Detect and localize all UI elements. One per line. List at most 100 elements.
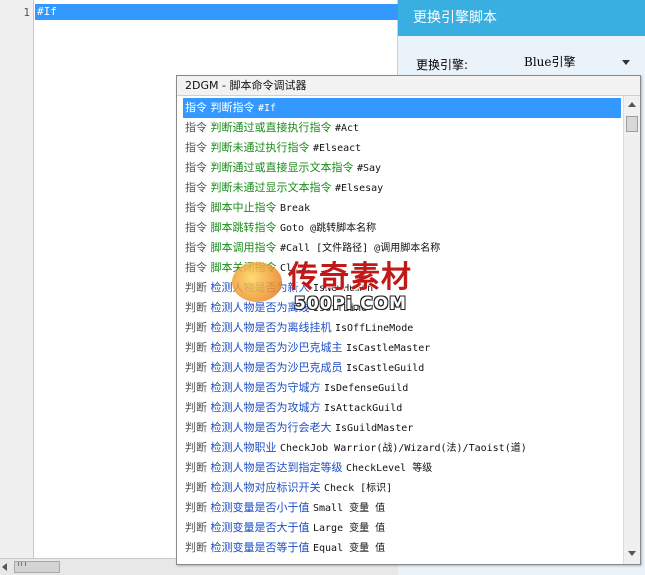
list-item[interactable]: 指令 脚本跳转指令 Goto @跳转脚本名称 [183, 218, 621, 238]
item-syntax: Close [280, 263, 311, 274]
item-category: 指令 [185, 141, 207, 154]
list-item[interactable]: 指令 判断通过或直接执行指令 #Act [183, 118, 621, 138]
item-name: 检测人物是否为新人 [210, 281, 310, 294]
item-category: 指令 [185, 221, 207, 234]
item-category: 指令 [185, 181, 207, 194]
item-name: 检测变量是否大于值 [210, 521, 310, 534]
item-syntax: IsCastleGuild [346, 363, 425, 374]
list-item[interactable]: 判断 检测变量是否大于值 Large 变量 值 [183, 518, 621, 538]
list-item[interactable]: 指令 脚本中止指令 Break [183, 198, 621, 218]
list-item[interactable]: 指令 判断指令 #If [183, 98, 621, 118]
item-syntax: Check [标识] [324, 483, 393, 494]
item-name: 检测人物对应标识开关 [210, 481, 321, 494]
list-item[interactable]: 判断 检测变量是否小于值 Small 变量 值 [183, 498, 621, 518]
list-item[interactable]: 指令 判断未通过显示文本指令 #Elsesay [183, 178, 621, 198]
panel-title: 更换引擎脚本 [398, 0, 645, 36]
item-category: 判断 [185, 361, 207, 374]
item-category: 判断 [185, 541, 207, 554]
item-syntax: Break [280, 203, 311, 214]
item-syntax: IsDefenseGuild [324, 383, 409, 394]
line-number-gutter: 1 [0, 0, 34, 558]
item-syntax: IsNewHuman [313, 283, 374, 294]
item-name: 检测人物是否为沙巴克成员 [210, 361, 343, 374]
list-item[interactable]: 判断 检测人物是否为行会老大 IsGuildMaster [183, 418, 621, 438]
engine-select-value: Blue引擎 [524, 55, 576, 69]
list-item[interactable]: 判断 检测人物是否为沙巴克城主 IsCastleMaster [183, 338, 621, 358]
list-item[interactable]: 指令 脚本调用指令 #Call [文件路径] @调用脚本名称 [183, 238, 621, 258]
item-category: 判断 [185, 381, 207, 394]
item-name: 脚本调用指令 [210, 241, 277, 254]
item-category: 判断 [185, 401, 207, 414]
item-syntax: IsCastleMaster [346, 343, 431, 354]
vertical-scrollbar[interactable] [623, 96, 640, 564]
engine-select[interactable]: Blue引擎 [522, 52, 634, 72]
item-category: 指令 [185, 201, 207, 214]
item-category: 指令 [185, 241, 207, 254]
item-category: 判断 [185, 421, 207, 434]
list-item[interactable]: 判断 检测人物对应标识开关 Check [标识] [183, 478, 621, 498]
item-name: 脚本中止指令 [210, 201, 277, 214]
item-name: 检测人物是否为沙巴克城主 [210, 341, 343, 354]
item-category: 判断 [185, 461, 207, 474]
item-category: 判断 [185, 441, 207, 454]
item-syntax: CheckJob Warrior(战)/Wizard(法)/Taoist(道) [280, 443, 527, 454]
item-syntax: IsGuildMaster [335, 423, 414, 434]
grip-icon [18, 562, 26, 566]
chevron-down-icon[interactable] [622, 60, 630, 65]
item-syntax: #If [258, 103, 277, 114]
item-name: 检测人物是否为行会老大 [210, 421, 332, 434]
item-name: 判断未通过执行指令 [210, 141, 310, 154]
list-item[interactable]: 判断 检测人物是否为攻城方 IsAttackGuild [183, 398, 621, 418]
item-category: 指令 [185, 161, 207, 174]
list-item[interactable]: 指令 脚本关闭指令 Close [183, 258, 621, 278]
item-syntax: Goto @跳转脚本名称 [280, 223, 377, 234]
item-category: 判断 [185, 521, 207, 534]
item-syntax: #Elseact [313, 143, 362, 154]
item-name: 脚本关闭指令 [210, 261, 277, 274]
list-item[interactable]: 指令 判断通过或直接显示文本指令 #Say [183, 158, 621, 178]
item-name: 判断未通过显示文本指令 [210, 181, 332, 194]
item-name: 脚本跳转指令 [210, 221, 277, 234]
item-category: 指令 [185, 121, 207, 134]
scroll-left-icon[interactable] [2, 563, 7, 571]
item-name: 检测人物是否达到指定等级 [210, 461, 343, 474]
list-item[interactable]: 判断 检测变量是否等于值 Equal 变量 值 [183, 538, 621, 558]
list-item[interactable]: 判断 检测人物是否为守城方 IsDefenseGuild [183, 378, 621, 398]
scroll-up-icon[interactable] [628, 102, 636, 107]
item-syntax: #Elsesay [335, 183, 384, 194]
item-name: 检测人物是否为攻城方 [210, 401, 321, 414]
scroll-down-icon[interactable] [628, 551, 636, 556]
item-category: 判断 [185, 281, 207, 294]
list-item[interactable]: 判断 检测人物是否为新人 IsNewHuman [183, 278, 621, 298]
command-debugger-popup[interactable]: 2DGM - 脚本命令调试器 指令 判断指令 #If 指令 判断通过或直接执行指令… [176, 75, 641, 565]
item-syntax: IsAttackGuild [324, 403, 403, 414]
list-item[interactable]: 判断 检测人物是否为离线挂机 IsOffLineMode [183, 318, 621, 338]
list-item[interactable]: 判断 检测人物是否为沙巴克成员 IsCastleGuild [183, 358, 621, 378]
item-name: 检测人物是否为离线挂机 [210, 321, 332, 334]
item-syntax: IsOffLineMode [335, 323, 414, 334]
engine-label: 更换引擎: [416, 58, 469, 72]
code-line[interactable]: #If [35, 4, 398, 20]
item-syntax: Small 变量 值 [313, 503, 386, 514]
item-name: 判断通过或直接显示文本指令 [210, 161, 354, 174]
item-name: 判断通过或直接执行指令 [210, 121, 332, 134]
item-name: 检测变量是否小于值 [210, 501, 310, 514]
scrollbar-thumb[interactable] [626, 116, 638, 132]
item-category: 指令 [185, 261, 207, 274]
item-category: 判断 [185, 501, 207, 514]
item-name: 检测变量是否等于值 [210, 541, 310, 554]
list-item[interactable]: 判断 检测人物是否为离线 IsOffLine [183, 298, 621, 318]
command-list[interactable]: 指令 判断指令 #If 指令 判断通过或直接执行指令 #Act 指令 判断未通过执行… [183, 98, 621, 562]
list-item[interactable]: 判断 检测人物职业 CheckJob Warrior(战)/Wizard(法)/… [183, 438, 621, 458]
item-syntax: #Say [357, 163, 382, 174]
item-name: 检测人物职业 [210, 441, 277, 454]
list-item[interactable]: 判断 检测人物是否达到指定等级 CheckLevel 等级 [183, 458, 621, 478]
item-syntax: IsOffLine [313, 303, 368, 314]
debugger-title: 2DGM - 脚本命令调试器 [177, 76, 640, 96]
item-syntax: #Call [文件路径] @调用脚本名称 [280, 243, 441, 254]
list-item[interactable]: 指令 判断未通过执行指令 #Elseact [183, 138, 621, 158]
item-name: 检测人物是否为守城方 [210, 381, 321, 394]
item-syntax: #Act [335, 123, 360, 134]
item-name: 检测人物是否为离线 [210, 301, 310, 314]
item-category: 判断 [185, 481, 207, 494]
